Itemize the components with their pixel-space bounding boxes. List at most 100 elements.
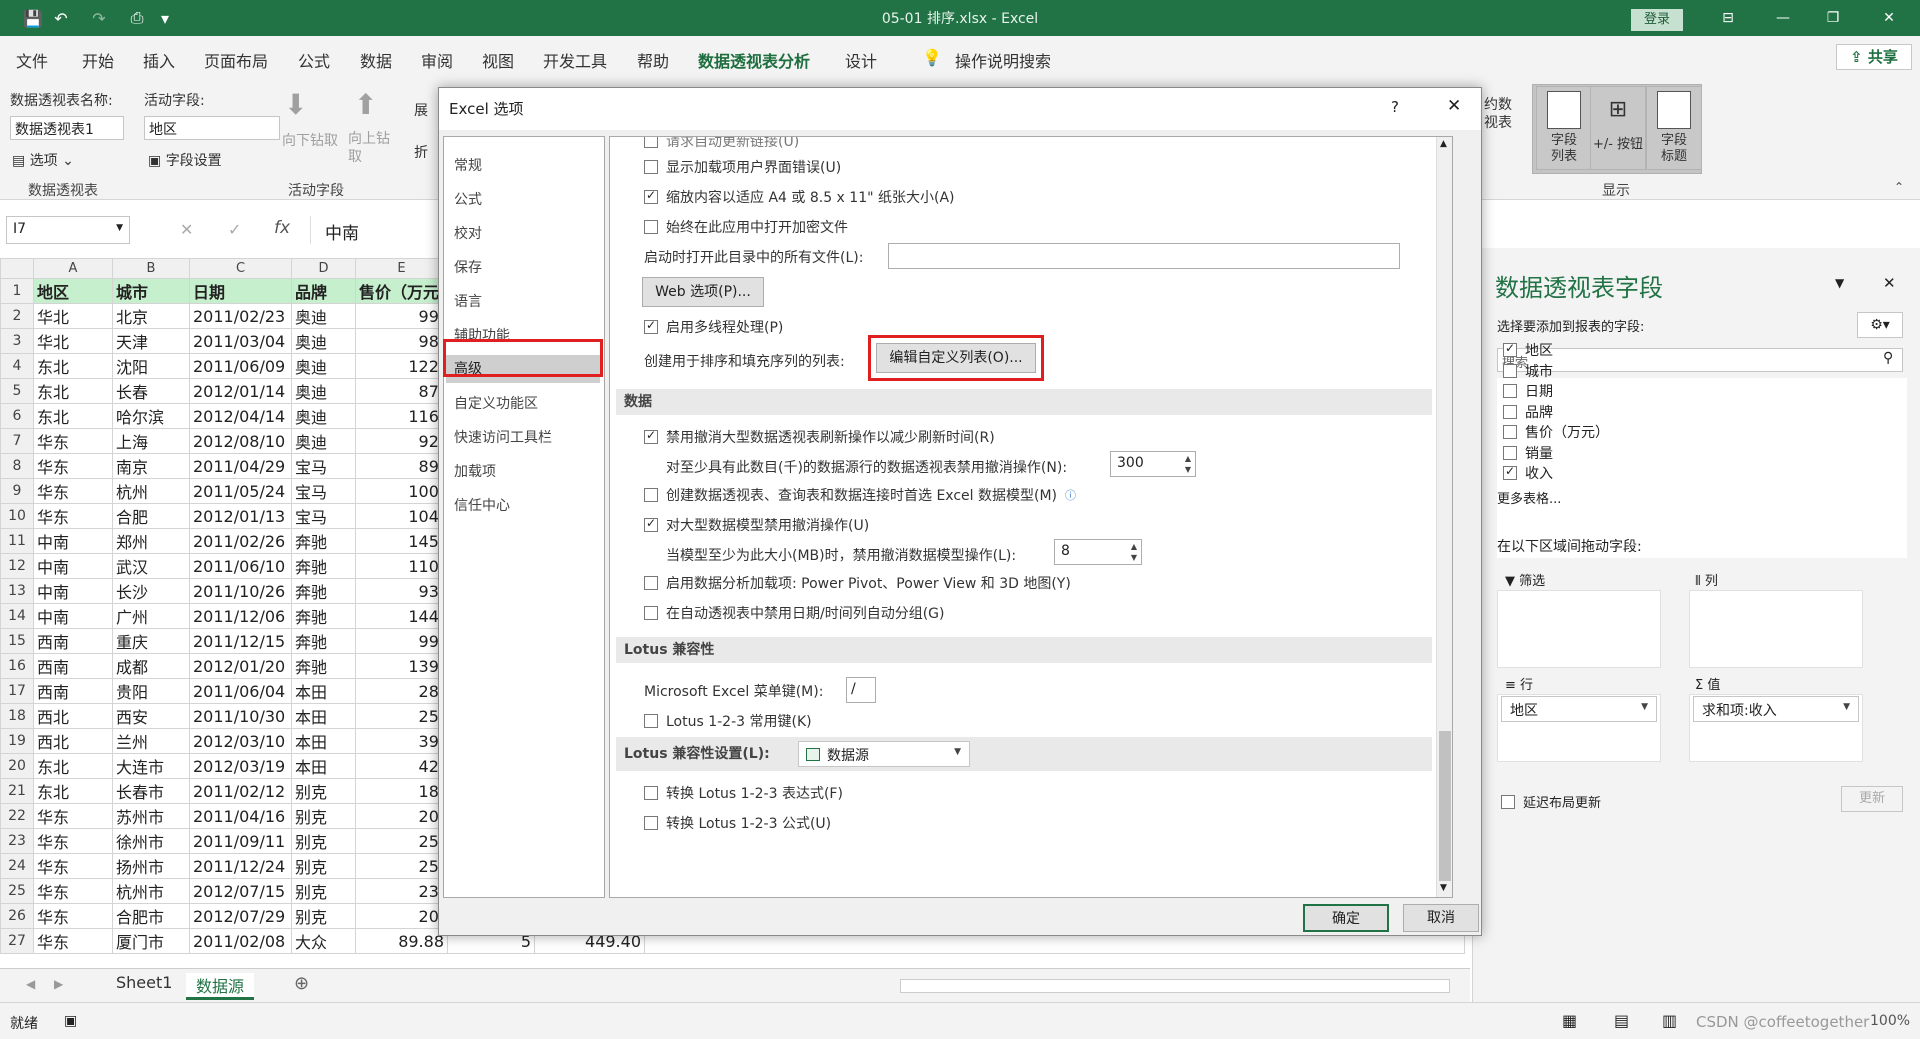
cell[interactable]: 重庆 — [112, 628, 190, 654]
lotus-sheet-dropdown[interactable]: 数据源 — [798, 741, 970, 767]
checkbox[interactable] — [644, 576, 658, 590]
zoom-level[interactable]: 100% — [1870, 1013, 1910, 1029]
cell[interactable]: 西安 — [112, 703, 190, 729]
col-header-a[interactable]: A — [33, 258, 113, 279]
collapse-ribbon-icon[interactable]: ⌃ — [1894, 180, 1904, 194]
cell[interactable]: 合肥市 — [112, 903, 190, 929]
checkbox[interactable] — [1503, 425, 1517, 439]
cell[interactable]: 本田 — [291, 728, 356, 754]
cell[interactable]: 别克 — [291, 828, 356, 854]
cell[interactable]: 92. — [355, 428, 448, 454]
cell[interactable]: 奥迪 — [291, 428, 356, 454]
menu-key-input[interactable]: / — [846, 677, 876, 703]
cell[interactable]: 2012/08/10 — [189, 428, 292, 454]
row-header[interactable]: 6 — [0, 403, 34, 429]
more-tables-link[interactable]: 更多表格... — [1497, 488, 1561, 507]
cell[interactable]: 2011/09/11 — [189, 828, 292, 854]
cell[interactable]: 20. — [355, 803, 448, 829]
nav-trust-center[interactable]: 信任中心 — [454, 495, 510, 515]
cell[interactable]: 华东 — [33, 928, 113, 954]
row-header[interactable]: 18 — [0, 703, 34, 729]
spinner-arrows-icon[interactable]: ▲ ▼ — [1131, 541, 1137, 563]
tab-design[interactable]: 设计 — [845, 48, 877, 72]
cell[interactable]: 本田 — [291, 678, 356, 704]
cell[interactable]: 99. — [355, 628, 448, 654]
rows-threshold-spinner[interactable]: 300 ▲ ▼ — [1110, 451, 1196, 477]
cell[interactable]: 2012/07/15 — [189, 878, 292, 904]
cell[interactable]: 奔驰 — [291, 578, 356, 604]
cell[interactable]: 89. — [355, 453, 448, 479]
cell[interactable]: 沈阳 — [112, 353, 190, 379]
checkbox[interactable] — [644, 220, 658, 234]
active-field-input[interactable]: 地区 — [144, 116, 280, 140]
cell[interactable]: 北京 — [112, 303, 190, 329]
cell[interactable]: 2011/06/04 — [189, 678, 292, 704]
row-header[interactable]: 9 — [0, 478, 34, 504]
scroll-right-icon[interactable]: ▶ — [54, 977, 63, 991]
cell[interactable]: 大众 — [291, 928, 356, 954]
cell[interactable]: 2011/10/26 — [189, 578, 292, 604]
cell[interactable]: 144. — [355, 603, 448, 629]
scroll-down-icon[interactable]: ▼ — [1440, 883, 1447, 893]
pivot-name-input[interactable]: 数据透视表1 — [10, 116, 124, 140]
cell[interactable]: 18. — [355, 778, 448, 804]
scroll-left-icon[interactable]: ◀ — [26, 977, 35, 991]
scroll-up-icon[interactable]: ▲ — [1440, 139, 1447, 149]
nav-general[interactable]: 常规 — [454, 155, 482, 175]
share-button[interactable]: ⇪ 共享 — [1836, 44, 1912, 70]
add-sheet-icon[interactable]: ⊕ — [294, 973, 309, 994]
checkbox[interactable] — [644, 714, 658, 728]
row-header[interactable]: 8 — [0, 453, 34, 479]
cell[interactable]: 39. — [355, 728, 448, 754]
cell[interactable]: 28. — [355, 678, 448, 704]
col-header-c[interactable]: C — [189, 258, 292, 279]
nav-quick-access[interactable]: 快速访问工具栏 — [454, 427, 552, 447]
cell[interactable]: 98. — [355, 328, 448, 354]
cell[interactable]: 2011/12/15 — [189, 628, 292, 654]
cell[interactable]: 奥迪 — [291, 378, 356, 404]
model-size-spinner[interactable]: 8 ▲ ▼ — [1054, 539, 1142, 565]
help-button[interactable]: ? — [1391, 98, 1399, 116]
close-pane-icon[interactable]: ✕ — [1883, 274, 1896, 292]
option-prefer-data-model[interactable]: 创建数据透视表、查询表和数据连接时首选 Excel 数据模型(M) ⓘ — [644, 485, 1076, 505]
cell[interactable]: 苏州市 — [112, 803, 190, 829]
cell[interactable]: 华东 — [33, 878, 113, 904]
cell[interactable]: 天津 — [112, 328, 190, 354]
cell[interactable]: 西南 — [33, 678, 113, 704]
cell[interactable]: 104. — [355, 503, 448, 529]
row-header[interactable]: 7 — [0, 428, 34, 454]
cell[interactable]: 成都 — [112, 653, 190, 679]
cell[interactable]: 西北 — [33, 703, 113, 729]
cell[interactable]: 139. — [355, 653, 448, 679]
cell[interactable]: 2011/03/04 — [189, 328, 292, 354]
cell[interactable]: 宝马 — [291, 478, 356, 504]
cell[interactable]: 2012/01/20 — [189, 653, 292, 679]
ok-button[interactable]: 确定 — [1303, 904, 1389, 932]
checkbox[interactable] — [644, 516, 658, 532]
tab-pivot-analyze[interactable]: 数据透视表分析 — [698, 48, 811, 80]
cell[interactable]: 奥迪 — [291, 403, 356, 429]
header-cell[interactable]: 品牌 — [291, 278, 356, 304]
cell[interactable]: 中南 — [33, 553, 113, 579]
nav-formulas[interactable]: 公式 — [454, 189, 482, 209]
nav-proofing[interactable]: 校对 — [454, 223, 482, 243]
cell[interactable]: 2012/03/10 — [189, 728, 292, 754]
cell[interactable]: 2011/02/08 — [189, 928, 292, 954]
tab-page-layout[interactable]: 页面布局 — [204, 48, 268, 72]
sheet-tab-data-source[interactable]: 数据源 — [186, 973, 255, 1000]
cell[interactable]: 别克 — [291, 903, 356, 929]
cell[interactable]: 2011/05/24 — [189, 478, 292, 504]
rows-field-dropdown[interactable]: 地区 — [1501, 696, 1657, 722]
option-analysis-addins[interactable]: 启用数据分析加载项: Power Pivot、Power View 和 3D 地… — [644, 573, 1071, 593]
cell[interactable]: 87. — [355, 378, 448, 404]
cell[interactable]: 2011/04/29 — [189, 453, 292, 479]
cell[interactable]: 2011/06/09 — [189, 353, 292, 379]
field-item[interactable]: 地区 — [1503, 340, 1553, 360]
cell[interactable]: 25. — [355, 703, 448, 729]
cell[interactable]: 99. — [355, 303, 448, 329]
cell[interactable]: 100. — [355, 478, 448, 504]
header-cell[interactable]: 地区 — [33, 278, 113, 304]
cell[interactable]: 奔驰 — [291, 553, 356, 579]
col-header-d[interactable]: D — [291, 258, 356, 279]
cell[interactable]: 东北 — [33, 353, 113, 379]
